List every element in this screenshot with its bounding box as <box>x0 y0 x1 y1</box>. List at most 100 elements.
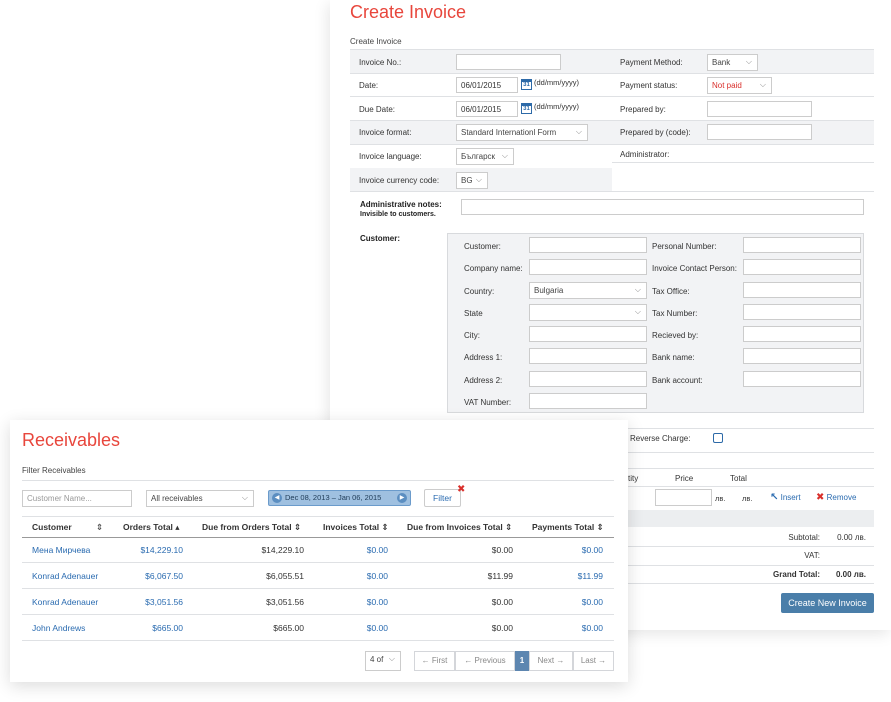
column-invoices-total[interactable]: Invoices Total ⇕ <box>323 522 389 533</box>
total-currency: лв. <box>742 494 753 503</box>
sort-icon[interactable]: ⇕ <box>96 522 103 533</box>
customer-link[interactable]: Мена Мирчева <box>32 545 90 555</box>
chevron-down-icon: ⌵ <box>241 493 248 502</box>
state-select[interactable]: ⌵ <box>529 304 647 321</box>
bank-name-input[interactable] <box>743 348 861 364</box>
divider <box>612 162 874 163</box>
admin-notes-input[interactable] <box>461 199 864 215</box>
date-range-picker[interactable]: ◀ Dec 08, 2013 – Jan 06, 2015 ▶ <box>268 490 411 506</box>
chevron-left-icon[interactable]: ◀ <box>272 493 282 503</box>
column-customer[interactable]: Customer <box>32 522 72 532</box>
payment-method-label: Payment Method: <box>620 58 683 67</box>
column-due-invoices[interactable]: Due from Invoices Total ⇕ <box>407 522 512 533</box>
invoice-no-input[interactable] <box>456 54 561 70</box>
divider <box>22 516 614 517</box>
bank-name-label: Bank name: <box>652 353 695 362</box>
sort-asc-icon: ▴ <box>175 522 180 532</box>
company-name-input[interactable] <box>529 259 647 275</box>
customer-link[interactable]: Konrad Adenauer <box>32 571 98 581</box>
orders-total[interactable]: $6,067.50 <box>110 571 183 581</box>
receivables-title: Receivables <box>22 430 121 450</box>
pager-first[interactable]: ← First <box>414 651 455 671</box>
pager-last[interactable]: Last → <box>573 651 614 671</box>
prepared-by-input[interactable] <box>707 101 812 117</box>
subtotal-value: 0.00 лв. <box>837 533 866 542</box>
date-input[interactable]: 06/01/2015 <box>456 77 518 93</box>
personal-number-input[interactable] <box>743 237 861 253</box>
prepared-by-code-label: Prepared by (code): <box>620 128 691 137</box>
customer-input[interactable] <box>529 237 647 253</box>
orders-total[interactable]: $665.00 <box>110 623 183 633</box>
due-orders: $14,229.10 <box>261 545 304 555</box>
bank-account-input[interactable] <box>743 371 861 387</box>
clear-filter-x-icon[interactable]: ✖ <box>457 484 465 495</box>
payment-method-select[interactable]: Bank ⌵ <box>707 54 758 71</box>
column-total: Total <box>730 474 747 483</box>
filter-button[interactable]: Filter <box>424 489 461 507</box>
divider <box>612 583 874 584</box>
invoice-language-select[interactable]: Българск ⌵ <box>456 148 514 165</box>
admin-notes-label: Administrative notes: <box>360 200 442 209</box>
invoice-currency-select[interactable]: BG ⌵ <box>456 172 488 189</box>
payments-total[interactable]: $0.00 <box>530 597 603 607</box>
invoices-total[interactable]: $0.00 <box>320 545 388 555</box>
invoice-format-select[interactable]: Standard Internationl Form ⌵ <box>456 124 588 141</box>
receivables-type-select[interactable]: All receivables ⌵ <box>146 490 254 507</box>
date-range-text: Dec 08, 2013 – Jan 06, 2015 <box>285 493 382 502</box>
received-by-input[interactable] <box>743 326 861 342</box>
city-input[interactable] <box>529 326 647 342</box>
tax-number-input[interactable] <box>743 304 861 320</box>
prepared-by-code-input[interactable] <box>707 124 812 140</box>
tax-office-input[interactable] <box>743 282 861 298</box>
divider <box>612 565 874 566</box>
country-select[interactable]: Bulgaria ⌵ <box>529 282 647 299</box>
vat-label: VAT: <box>804 551 820 560</box>
vat-reverse-charge-checkbox[interactable] <box>713 433 723 443</box>
column-due-orders[interactable]: Due from Orders Total ⇕ <box>202 522 301 533</box>
payments-total[interactable]: $0.00 <box>530 545 603 555</box>
address1-input[interactable] <box>529 348 647 364</box>
address2-input[interactable] <box>529 371 647 387</box>
chevron-down-icon: ⌵ <box>634 285 641 294</box>
vat-number-input[interactable] <box>529 393 647 409</box>
payments-total[interactable]: $0.00 <box>530 623 603 633</box>
pager-current-page[interactable]: 1 <box>515 651 529 671</box>
orders-total[interactable]: $14,229.10 <box>110 545 183 555</box>
sort-icon: ⇕ <box>381 522 389 532</box>
calendar-icon[interactable]: 31 <box>521 103 532 114</box>
customer-name-input[interactable]: Customer Name... <box>22 490 132 507</box>
orders-total[interactable]: $3,051.56 <box>110 597 183 607</box>
customer-link[interactable]: Konrad Adenauer <box>32 597 98 607</box>
column-orders-total[interactable]: Orders Total ▴ <box>123 522 180 533</box>
invoice-currency-label: Invoice currency code: <box>359 176 440 185</box>
item-price-input[interactable] <box>655 489 712 506</box>
invoices-total[interactable]: $0.00 <box>320 571 388 581</box>
create-invoice-button[interactable]: Create New Invoice <box>781 593 874 613</box>
invoices-total[interactable]: $0.00 <box>320 623 388 633</box>
due-date-input[interactable]: 06/01/2015 <box>456 101 518 117</box>
bank-account-label: Bank account: <box>652 376 703 385</box>
date-format-hint: (dd/mm/yyyy) <box>534 78 579 87</box>
divider <box>22 614 614 615</box>
insert-item-button[interactable]: ↖ Insert <box>770 492 801 503</box>
column-payments-total[interactable]: Payments Total ⇕ <box>532 522 604 533</box>
invoice-contact-input[interactable] <box>743 259 861 275</box>
sort-icon: ⇕ <box>505 522 513 532</box>
invoices-total[interactable]: $0.00 <box>320 597 388 607</box>
chevron-right-icon[interactable]: ▶ <box>397 493 407 503</box>
state-label: State <box>464 309 483 318</box>
customer-link[interactable]: John Andrews <box>32 623 85 633</box>
page-size-select[interactable]: 4 of ⌵ <box>365 651 401 671</box>
chevron-down-icon: ⌵ <box>634 307 641 316</box>
invoice-language-label: Invoice language: <box>359 152 422 161</box>
date-label: Date: <box>359 81 379 90</box>
chevron-down-icon: ⌵ <box>475 175 482 184</box>
payment-status-select[interactable]: Not paid ⌵ <box>707 77 772 94</box>
calendar-icon[interactable]: 31 <box>521 79 532 90</box>
pager-next[interactable]: Next → <box>529 651 573 671</box>
pager-previous[interactable]: ← Previous <box>455 651 515 671</box>
remove-item-button[interactable]: ✖ Remove <box>816 492 856 503</box>
due-invoices: $11.99 <box>487 571 513 581</box>
payments-total[interactable]: $11.99 <box>530 571 603 581</box>
due-date-label: Due Date: <box>359 105 396 114</box>
